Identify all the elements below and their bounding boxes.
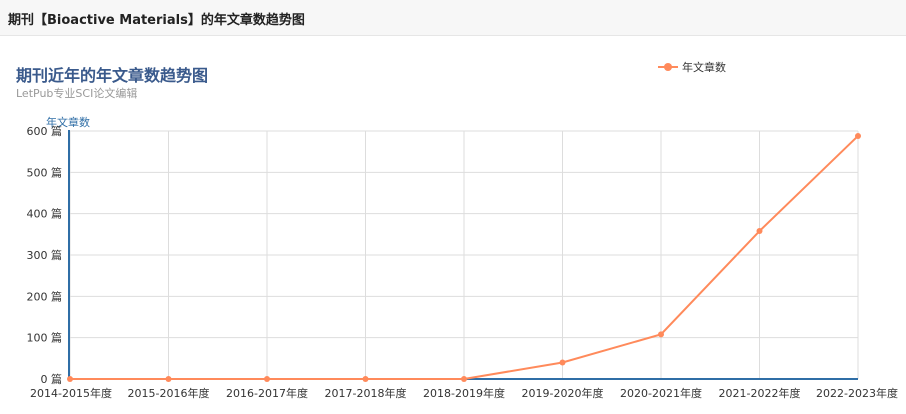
x-tick-label: 2022-2023年度 [816,386,898,400]
data-point [362,376,369,382]
data-point [658,331,664,338]
x-tick-label: 2014-2015年度 [30,386,112,400]
x-tick-label: 2019-2020年度 [522,386,604,400]
data-point [165,376,172,382]
data-point [756,228,763,235]
y-tick-label: 600 篇 [27,124,63,138]
y-tick-label: 400 篇 [27,207,63,221]
data-point [461,376,467,382]
y-tick-label: 0 篇 [41,372,63,386]
y-tick-label: 500 篇 [27,165,63,179]
y-tick-label: 300 篇 [27,248,63,262]
data-point [67,376,73,382]
data-point [264,376,270,382]
x-tick-label: 2015-2016年度 [128,386,210,400]
y-tick-label: 100 篇 [27,331,63,345]
x-tick-label: 2021-2022年度 [719,386,801,400]
data-point [559,359,566,366]
y-tick-label: 200 篇 [27,289,63,303]
x-tick-label: 2020-2021年度 [620,386,702,400]
x-tick-label: 2016-2017年度 [226,386,308,400]
line-chart: 0 篇 100 篇 200 篇 300 篇 400 篇 500 篇 600 篇 2014-20… [27,124,899,400]
x-tick-label: 2017-2018年度 [325,386,407,400]
x-tick-label: 2018-2019年度 [423,386,505,400]
data-point [855,132,861,139]
